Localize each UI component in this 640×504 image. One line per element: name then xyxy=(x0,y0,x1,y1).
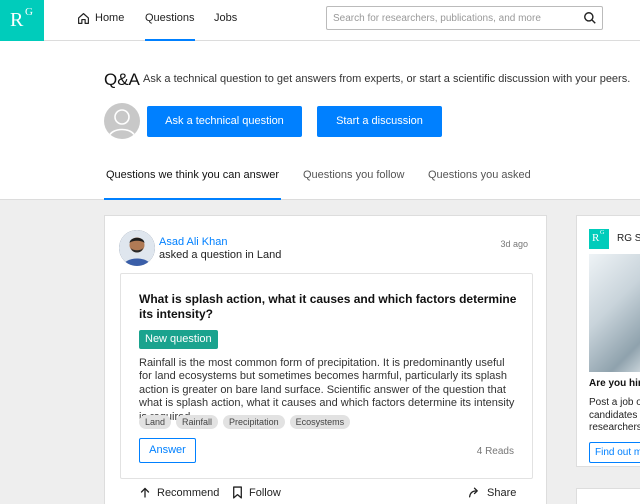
promo-heading: Are you hiri xyxy=(589,378,640,389)
nav-home[interactable]: Home xyxy=(77,0,124,36)
question-content: What is splash action, what it causes an… xyxy=(120,273,533,479)
researchgate-logo[interactable]: R G xyxy=(0,0,44,41)
page-title: Q&A xyxy=(104,70,140,89)
new-question-badge: New question xyxy=(139,330,218,349)
arrow-up-icon xyxy=(140,487,150,498)
promo-text-line: researchers xyxy=(589,422,640,433)
logo-letter-r: R xyxy=(592,232,600,244)
find-out-more-button[interactable]: Find out m xyxy=(589,442,640,463)
search-input[interactable] xyxy=(333,10,573,26)
follow-label: Follow xyxy=(249,486,281,499)
tag[interactable]: Ecosystems xyxy=(289,415,351,429)
question-body: Rainfall is the most common form of prec… xyxy=(139,357,515,423)
recommend-button[interactable]: Recommend xyxy=(139,486,219,499)
page-subtitle: Ask a technical question to get answers … xyxy=(143,73,631,85)
share-label: Share xyxy=(487,486,517,499)
author-avatar[interactable] xyxy=(119,230,155,266)
search-box xyxy=(326,6,603,30)
home-icon xyxy=(78,12,89,24)
question-title[interactable]: What is splash action, what it causes an… xyxy=(139,292,519,322)
tab-questions-you-follow[interactable]: Questions you follow xyxy=(303,169,405,200)
bookmark-icon xyxy=(233,486,242,499)
tag-list: Land Rainfall Precipitation Ecosystems xyxy=(139,415,351,429)
nav-home-label: Home xyxy=(95,12,125,24)
tab-questions-you-asked[interactable]: Questions you asked xyxy=(428,169,531,200)
recommend-label: Recommend xyxy=(157,486,220,499)
ask-question-button[interactable]: Ask a technical question xyxy=(147,106,302,137)
tab-questions-you-can-answer[interactable]: Questions we think you can answer xyxy=(104,169,281,200)
nav-jobs[interactable]: Jobs xyxy=(214,0,237,41)
tag[interactable]: Rainfall xyxy=(176,415,219,429)
promo-text: Post a job o candidates researchers xyxy=(589,397,640,435)
post-time: 3d ago xyxy=(500,239,528,249)
share-icon xyxy=(468,487,478,498)
nav-questions[interactable]: Questions xyxy=(145,0,195,41)
answer-button[interactable]: Answer xyxy=(139,438,196,463)
top-navigation-bar: R G Home Questions Jobs xyxy=(0,0,640,41)
logo-letter-r: R xyxy=(10,9,24,31)
follow-button[interactable]: Follow xyxy=(232,486,281,499)
promo-sponsor: RG Sc xyxy=(617,233,640,244)
qa-header: Q&A Ask a technical question to get answ… xyxy=(0,41,640,200)
promo-card-2 xyxy=(576,488,640,504)
search-icon[interactable] xyxy=(583,11,597,25)
default-avatar-icon xyxy=(108,109,136,138)
promo-text-line: candidates xyxy=(589,409,638,421)
question-card: Asad Ali Khan asked a question in Land 3… xyxy=(104,215,547,504)
promo-image xyxy=(589,254,640,372)
logo-letter-g: G xyxy=(600,230,605,236)
author-action: asked a question in Land xyxy=(159,249,282,261)
tag[interactable]: Precipitation xyxy=(223,415,285,429)
start-discussion-button[interactable]: Start a discussion xyxy=(317,106,442,137)
author-photo xyxy=(119,230,155,266)
share-button[interactable]: Share xyxy=(468,486,516,499)
user-avatar[interactable] xyxy=(104,103,140,139)
author-name[interactable]: Asad Ali Khan xyxy=(159,236,228,248)
promo-text-line: Post a job o xyxy=(589,397,640,408)
promo-card: R G RG Sc Are you hiri Post a job o cand… xyxy=(576,215,640,467)
logo-letter-g: G xyxy=(25,6,33,18)
reads-count: 4 Reads xyxy=(476,446,514,457)
tag[interactable]: Land xyxy=(139,415,172,429)
rg-logo-small: R G xyxy=(589,229,609,249)
question-actions: Recommend Follow Share xyxy=(105,486,548,504)
